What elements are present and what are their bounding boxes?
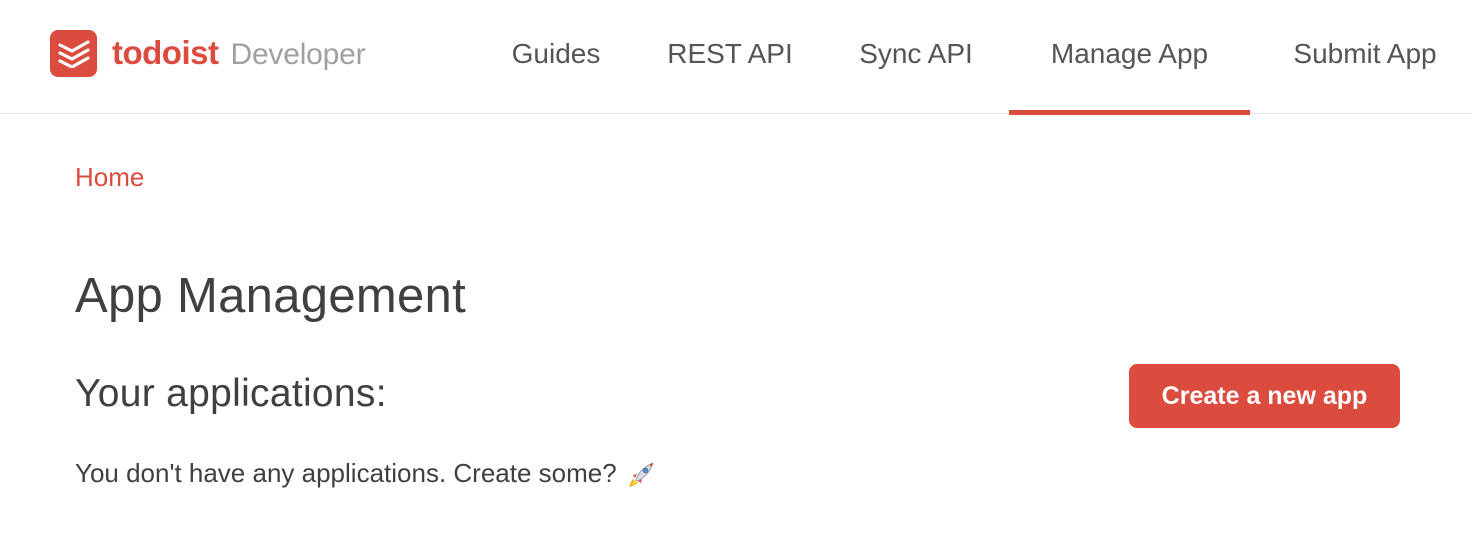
page-title: App Management [75, 269, 467, 323]
empty-state: You don't have any applications. Create … [75, 458, 657, 489]
nav-item-guides[interactable]: Guides [485, 0, 627, 114]
empty-state-text: You don't have any applications. Create … [75, 458, 617, 488]
nav-item-sync-api[interactable]: Sync API [833, 0, 999, 114]
nav-item-rest-api[interactable]: REST API [647, 0, 813, 114]
nav-item-manage-app[interactable]: Manage App [1009, 0, 1250, 115]
main-nav: Guides REST API Sync API Manage App Subm… [0, 0, 1472, 115]
breadcrumb-home-link[interactable]: Home [75, 162, 144, 193]
create-new-app-button[interactable]: Create a new app [1129, 364, 1400, 428]
rocket-icon [627, 459, 657, 489]
nav-item-submit-app[interactable]: Submit App [1260, 0, 1470, 114]
top-header: todoist Developer Guides REST API Sync A… [0, 0, 1472, 115]
section-title: Your applications: [75, 372, 387, 415]
